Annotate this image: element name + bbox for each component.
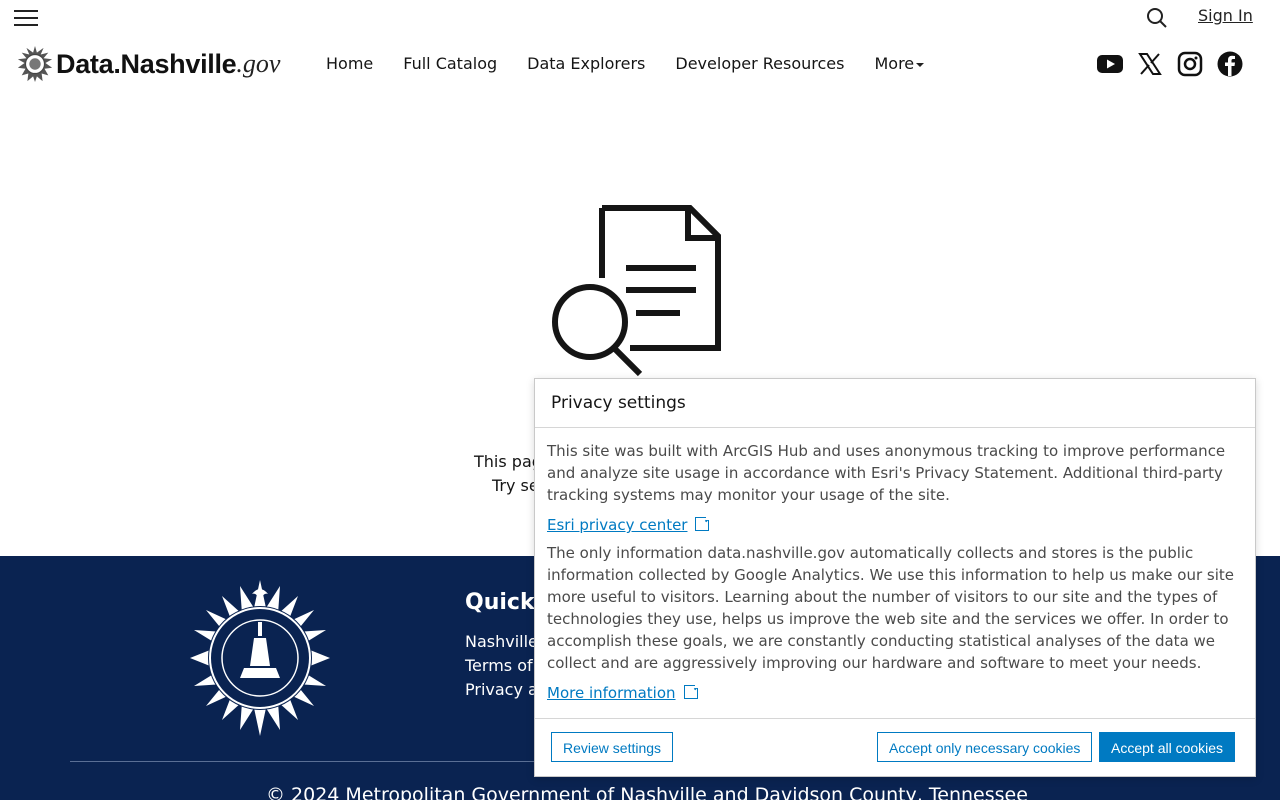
privacy-settings-dialog: Privacy settings This site was built wit…: [534, 378, 1256, 777]
x-icon[interactable]: [1138, 51, 1164, 77]
facebook-icon[interactable]: [1217, 51, 1243, 77]
nashville-seal-icon: [17, 45, 53, 83]
document-search-icon: [550, 204, 725, 379]
search-icon[interactable]: [1146, 7, 1168, 29]
link-label: More information: [547, 684, 676, 702]
copyright-text: © 2024 Metropolitan Government of Nashvi…: [266, 784, 1028, 806]
instagram-icon[interactable]: [1177, 51, 1203, 77]
footer-link[interactable]: Terms of: [465, 654, 544, 678]
footer-link[interactable]: Privacy ar: [465, 678, 544, 702]
main-nav: Home Full Catalog Data Explorers Develop…: [326, 54, 954, 74]
more-information-link[interactable]: More information: [547, 682, 701, 704]
external-link-icon: [683, 682, 701, 699]
link-label: Esri privacy center: [547, 516, 688, 534]
message-line-2: Try se: [492, 476, 539, 495]
accept-all-cookies-button[interactable]: Accept all cookies: [1099, 732, 1236, 762]
dialog-body: This site was built with ArcGIS Hub and …: [535, 428, 1255, 710]
caret-down-icon: [916, 62, 925, 67]
nav-developer-resources[interactable]: Developer Resources: [675, 54, 844, 74]
nav-home[interactable]: Home: [326, 54, 373, 74]
accept-necessary-cookies-button[interactable]: Accept only necessary cookies: [877, 732, 1093, 762]
nav-more-label: More: [874, 54, 915, 73]
nav-more[interactable]: More: [874, 54, 925, 74]
metro-seal-icon: [180, 578, 340, 738]
quick-links-list: Nashville Terms of Privacy ar: [465, 630, 544, 702]
nav-full-catalog[interactable]: Full Catalog: [403, 54, 497, 74]
logo-suffix: .gov: [236, 49, 281, 78]
hamburger-menu-icon[interactable]: [14, 6, 38, 28]
not-found-message: This pag Try se: [474, 450, 542, 498]
logo-name: Data.Nashville: [56, 48, 237, 79]
dialog-title: Privacy settings: [535, 379, 1255, 428]
message-line-1: This pag: [474, 452, 542, 471]
nav-data-explorers[interactable]: Data Explorers: [527, 54, 645, 74]
sign-in-link[interactable]: Sign In: [1198, 6, 1253, 25]
esri-privacy-center-link[interactable]: Esri privacy center: [547, 514, 713, 536]
external-link-icon: [695, 514, 713, 531]
review-settings-button[interactable]: Review settings: [551, 732, 674, 762]
dialog-actions: Review settings Accept only necessary co…: [535, 718, 1255, 777]
privacy-paragraph-1: This site was built with ArcGIS Hub and …: [547, 442, 1226, 504]
youtube-icon[interactable]: [1097, 51, 1123, 77]
privacy-paragraph-2: The only information data.nashville.gov …: [547, 544, 1234, 672]
footer-link[interactable]: Nashville: [465, 630, 544, 654]
site-logo[interactable]: Data.Nashville .gov: [16, 44, 280, 84]
